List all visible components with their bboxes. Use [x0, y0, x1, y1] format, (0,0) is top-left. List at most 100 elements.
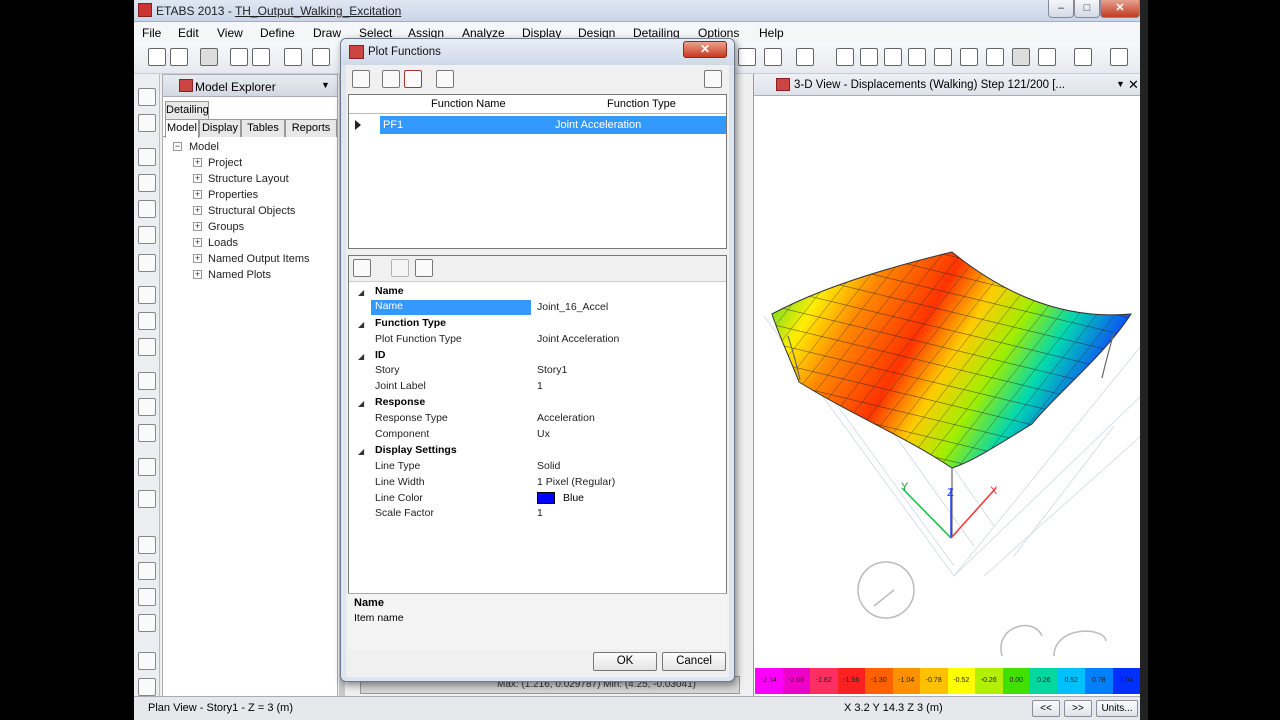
tree-item-named-output-items[interactable]: + Named Output Items	[171, 251, 336, 267]
menu-file[interactable]: File	[142, 26, 161, 40]
tab-model[interactable]: Model	[165, 119, 199, 138]
menu-define[interactable]: Define	[260, 26, 295, 40]
expand-icon[interactable]: +	[193, 190, 202, 199]
view-options-icon[interactable]	[764, 48, 782, 66]
category-response[interactable]: ◢ Response	[349, 395, 726, 411]
menu-edit[interactable]: Edit	[178, 26, 199, 40]
draw-grid-icon[interactable]	[138, 490, 156, 508]
null-icon[interactable]	[1038, 48, 1056, 66]
snap-end-icon[interactable]	[138, 678, 156, 696]
close-button[interactable]: ✕	[1100, 0, 1140, 18]
expand-icon[interactable]: +	[193, 270, 202, 279]
spring-icon[interactable]	[986, 48, 1004, 66]
menu-help[interactable]: Help	[759, 26, 784, 40]
prop-joint-label[interactable]: Joint Label 1	[349, 379, 726, 395]
select-previous-icon[interactable]	[138, 562, 156, 580]
delete-function-icon[interactable]	[404, 70, 422, 88]
expand-icon[interactable]: +	[193, 158, 202, 167]
dock-icon[interactable]	[704, 70, 722, 88]
category-id[interactable]: ◢ ID	[349, 348, 726, 364]
tab-detailing[interactable]: Detailing	[165, 101, 209, 119]
draw-beam-icon[interactable]	[138, 226, 156, 244]
draw-wall-stack-icon[interactable]	[138, 424, 156, 442]
text-cursor-icon[interactable]	[1074, 48, 1092, 66]
tab-reports[interactable]: Reports	[285, 119, 337, 137]
brace-icon[interactable]	[860, 48, 878, 66]
menu-draw[interactable]: Draw	[313, 26, 341, 40]
intersect-icon[interactable]	[138, 614, 156, 632]
wall-icon[interactable]	[884, 48, 902, 66]
draw-opening-icon[interactable]	[138, 372, 156, 390]
3d-model-canvas[interactable]: Y Z X	[754, 96, 1140, 668]
tree-item-structure-layout[interactable]: + Structure Layout	[171, 171, 336, 187]
check-icon[interactable]	[738, 48, 756, 66]
reshape-icon[interactable]	[138, 114, 156, 132]
table-row[interactable]: PF1 Joint Acceleration	[349, 116, 726, 134]
tools-icon[interactable]	[436, 70, 454, 88]
lock-icon[interactable]	[312, 48, 330, 66]
prop-line-color[interactable]: Line Color Blue	[349, 491, 726, 507]
dialog-title-bar[interactable]: Plot Functions ✕	[341, 39, 734, 65]
category-name[interactable]: ◢ Name	[349, 284, 726, 300]
slab-icon[interactable]	[908, 48, 926, 66]
reset-icon[interactable]	[415, 259, 433, 277]
draw-dimension-icon[interactable]	[138, 458, 156, 476]
col-function-name[interactable]: Function Name	[431, 98, 506, 110]
column-icon[interactable]	[934, 48, 952, 66]
expand-icon[interactable]: +	[193, 222, 202, 231]
pencil-icon[interactable]	[284, 48, 302, 66]
cancel-button[interactable]: Cancel	[662, 652, 726, 671]
draw-area-icon[interactable]	[138, 286, 156, 304]
draw-rect-icon[interactable]	[138, 312, 156, 330]
add-function-icon[interactable]	[352, 70, 370, 88]
prop-scale-factor[interactable]: Scale Factor 1	[349, 506, 726, 522]
prop-line-width[interactable]: Line Width 1 Pixel (Regular)	[349, 475, 726, 491]
undo-icon[interactable]	[391, 259, 409, 277]
select-all-icon[interactable]	[138, 536, 156, 554]
snap-icon[interactable]	[138, 652, 156, 670]
tree-item-loads[interactable]: + Loads	[171, 235, 336, 251]
open-icon[interactable]	[170, 48, 188, 66]
prop-story[interactable]: Story Story1	[349, 363, 726, 379]
minimize-button[interactable]: –	[1048, 0, 1074, 18]
save-icon[interactable]	[200, 48, 218, 66]
draw-line-icon[interactable]	[138, 148, 156, 166]
color-swatch[interactable]	[537, 491, 555, 504]
chevron-down-icon[interactable]: ▼	[1116, 79, 1125, 89]
tree-item-properties[interactable]: + Properties	[171, 187, 336, 203]
etabs-app-icon[interactable]	[138, 3, 152, 17]
box-icon[interactable]	[1110, 48, 1128, 66]
copy-function-icon[interactable]	[382, 70, 400, 88]
tree-item-project[interactable]: + Project	[171, 155, 336, 171]
tree-item-groups[interactable]: + Groups	[171, 219, 336, 235]
expand-icon[interactable]: +	[193, 206, 202, 215]
tree-root[interactable]: − Model	[171, 139, 336, 155]
expand-icon[interactable]: +	[193, 174, 202, 183]
prop-name[interactable]: Name Joint_16_Accel	[349, 299, 726, 316]
redo-icon[interactable]	[252, 48, 270, 66]
expand-icon[interactable]: +	[193, 238, 202, 247]
draw-column-icon[interactable]	[138, 200, 156, 218]
frame-icon[interactable]	[836, 48, 854, 66]
draw-slab-icon[interactable]	[138, 338, 156, 356]
new-model-icon[interactable]	[148, 48, 166, 66]
draw-brace-icon[interactable]	[138, 174, 156, 192]
next-button[interactable]: >>	[1064, 700, 1092, 717]
col-function-type[interactable]: Function Type	[607, 98, 676, 110]
tree-item-structural-objects[interactable]: + Structural Objects	[171, 203, 336, 219]
units-button[interactable]: Units...	[1096, 700, 1138, 717]
tab-display[interactable]: Display	[199, 119, 241, 137]
prop-line-type[interactable]: Line Type Solid	[349, 459, 726, 475]
menu-view[interactable]: View	[217, 26, 243, 40]
category-function-type[interactable]: ◢ Function Type	[349, 316, 726, 332]
object-shrink-icon[interactable]	[796, 48, 814, 66]
tree-item-named-plots[interactable]: + Named Plots	[171, 267, 336, 283]
undo-icon[interactable]	[230, 48, 248, 66]
categorize-icon[interactable]	[353, 259, 371, 277]
prop-plot-function-type[interactable]: Plot Function Type Joint Acceleration	[349, 332, 726, 348]
maximize-button[interactable]: □	[1074, 0, 1100, 18]
chevron-down-icon[interactable]: ▼	[321, 80, 330, 90]
draw-wall-icon[interactable]	[138, 398, 156, 416]
dialog-close-button[interactable]: ✕	[683, 41, 727, 58]
rotation-widget-icon[interactable]	[857, 561, 1107, 657]
